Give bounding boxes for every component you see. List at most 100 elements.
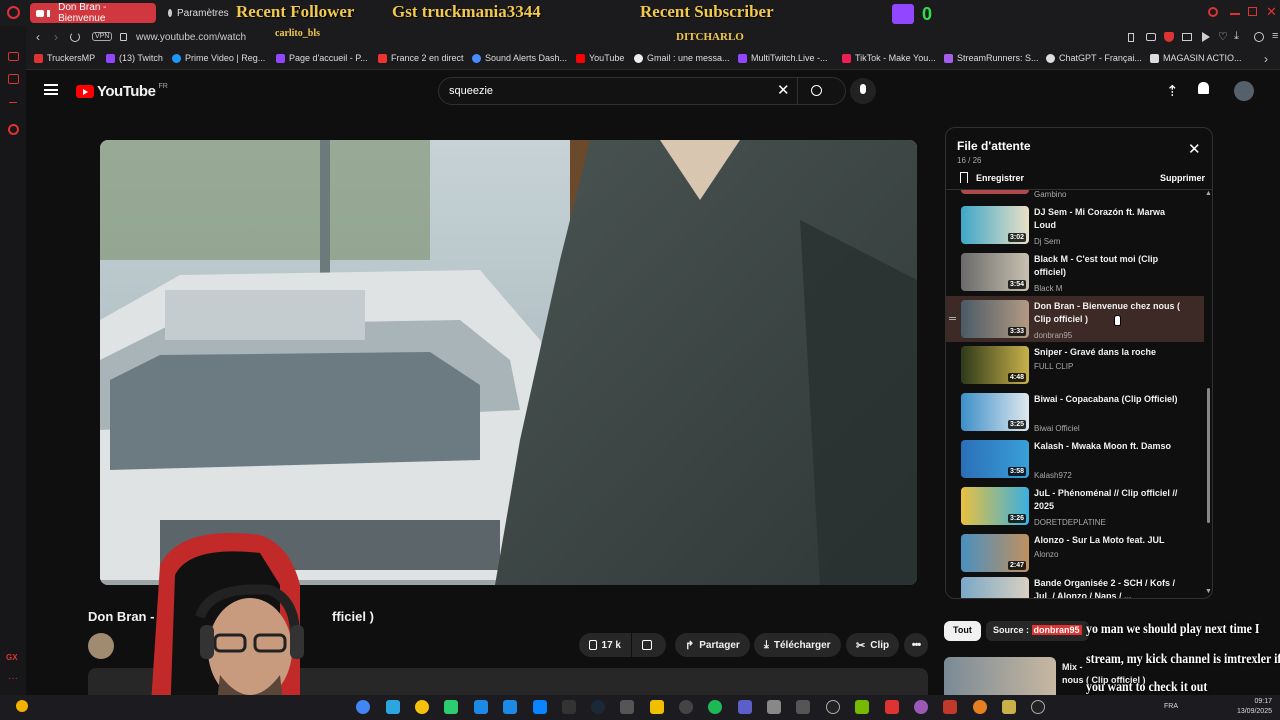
queue-item[interactable]: 3:02 DJ Sem - Mi Corazón ft. Marwa Loud … [946,206,1204,253]
bookmark-item[interactable]: MAGASIN ACTIO... [1150,53,1242,63]
download-button[interactable]: ⤓ Télécharger [754,633,841,657]
save-queue-button[interactable]: Enregistrer [960,172,1024,183]
app-icon[interactable] [943,700,957,714]
close-window-icon[interactable]: ✕ [1266,4,1277,20]
notifications-bell-icon[interactable] [1198,82,1209,94]
obs-icon[interactable] [826,700,840,714]
back-icon[interactable]: ‹ [36,30,40,44]
search-icon[interactable] [811,85,822,96]
app-icon[interactable] [474,700,488,714]
account-icon[interactable] [1254,32,1264,42]
bookmark-item[interactable]: TruckersMP [34,53,95,63]
bookmark-item[interactable]: TikTok - Make You... [842,53,936,63]
clear-search-icon[interactable]: ✕ [777,81,790,99]
like-button[interactable]: 17 k [579,633,631,657]
teams-icon[interactable] [738,700,752,714]
vpn-badge[interactable]: VPN [92,32,113,41]
app-icon[interactable] [914,700,928,714]
maximize-icon[interactable] [1248,7,1257,16]
messenger-icon[interactable] [8,52,19,61]
queue-item[interactable]: 3:25 Biwai - Copacabana (Clip Officiel) … [946,393,1204,440]
bookmark-item[interactable]: Page d'accueil - P... [276,53,368,63]
recommendation-thumbnail[interactable] [944,657,1056,695]
search-box[interactable]: squeezie ✕ [438,77,846,105]
shield-icon[interactable] [1164,32,1174,42]
scroll-down-icon[interactable]: ▼ [1205,588,1212,595]
pin-icon[interactable] [1128,33,1134,42]
camera-icon[interactable] [1146,33,1156,41]
app-icon[interactable] [1031,700,1045,714]
play-icon[interactable] [1202,32,1210,42]
bookmarks-more-icon[interactable]: › [1264,52,1268,66]
forward-icon[interactable]: › [54,30,58,44]
queue-partial-item[interactable]: Gambino [946,190,1204,199]
share-button[interactable]: ↱ Partager [675,633,750,657]
app-icon[interactable] [885,700,899,714]
tab-settings[interactable]: Paramètres [162,3,232,23]
queue-item[interactable]: Bande Organisée 2 - SCH / Kofs / JuL / A… [946,577,1204,598]
language-indicator[interactable]: FRA [1164,703,1178,710]
app-icon[interactable] [796,700,810,714]
app-icon[interactable] [767,700,781,714]
app-icon[interactable] [973,700,987,714]
download-icon[interactable]: ⤓ [1234,30,1239,43]
video-player[interactable] [100,140,917,585]
bookmark-item[interactable]: StreamRunners: S... [944,53,1039,63]
app-icon[interactable] [1002,700,1016,714]
hamburger-menu-icon[interactable] [44,84,58,95]
reload-icon[interactable] [70,32,80,42]
queue-scrollbar[interactable] [1207,388,1210,523]
bookmark-item[interactable]: Gmail : une messa... [634,53,730,63]
url-field[interactable]: www.youtube.com/watch [136,32,246,43]
app-icon[interactable] [562,700,576,714]
app-icon[interactable] [503,700,517,714]
more-actions-button[interactable]: ••• [904,633,928,657]
nvidia-icon[interactable] [855,700,869,714]
channel-avatar[interactable] [88,633,114,659]
drag-handle-icon[interactable] [949,317,956,320]
settings-side-icon[interactable] [8,124,19,135]
gx-icon[interactable]: GX [6,653,18,662]
chip-all[interactable]: Tout [944,621,981,641]
bookmark-item[interactable]: Sound Alerts Dash... [472,53,567,63]
app-icon[interactable] [415,700,429,714]
scroll-up-icon[interactable]: ▲ [1205,190,1212,197]
app-icon[interactable] [620,700,634,714]
tab-youtube-active[interactable]: Don Bran - Bienvenue [30,2,156,24]
delete-queue-button[interactable]: Supprimer [1160,173,1205,183]
mute-icon[interactable] [47,9,54,17]
bookmark-item[interactable]: YouTube [576,53,624,63]
avatar[interactable] [1234,81,1254,101]
spotify-icon[interactable] [708,700,722,714]
queue-item-active[interactable]: 3:33 Don Bran - Bienvenue chez nous ( Cl… [946,296,1204,342]
bookmark-item[interactable]: ChatGPT - Françai... [1046,53,1142,63]
queue-item[interactable]: 3:54 Black M - C'est tout moi (Clip offi… [946,253,1204,300]
search-input[interactable]: squeezie [449,85,493,97]
bookmark-item[interactable]: MultiTwitch.Live -... [738,53,828,63]
cast-icon[interactable] [1182,33,1192,41]
voice-search-button[interactable] [850,78,876,104]
chrome-icon[interactable] [356,700,370,714]
chip-source[interactable]: Source : donbran95 [986,621,1089,641]
opera-logo-icon[interactable] [7,6,20,19]
more-side-icon[interactable]: ··· [8,673,18,684]
app-icon[interactable] [679,700,693,714]
close-queue-icon[interactable]: ✕ [1188,142,1201,157]
bag-icon[interactable] [8,74,19,84]
bookmark-item[interactable]: (13) Twitch [106,53,163,63]
bookmark-item[interactable]: Prime Video | Reg... [172,53,265,63]
queue-item[interactable]: 3:26 JuL - Phénoménal // Clip officiel /… [946,487,1204,534]
upload-icon[interactable]: ⇡ [1166,82,1179,100]
bookmark-item[interactable]: France 2 en direct [378,53,464,63]
clip-button[interactable]: ✂ Clip [846,633,900,657]
minimize-icon[interactable] [1230,13,1240,15]
steam-icon[interactable] [591,700,605,714]
app-icon[interactable] [533,700,547,714]
app-icon[interactable] [444,700,458,714]
dislike-button[interactable] [632,633,666,657]
clock[interactable]: 09:17 13/09/2025 [1226,697,1272,717]
heart-icon[interactable]: ♡ [1218,30,1228,43]
search-tabs-icon[interactable] [1208,7,1218,17]
weather-icon[interactable] [16,700,28,712]
app-icon[interactable] [650,700,664,714]
